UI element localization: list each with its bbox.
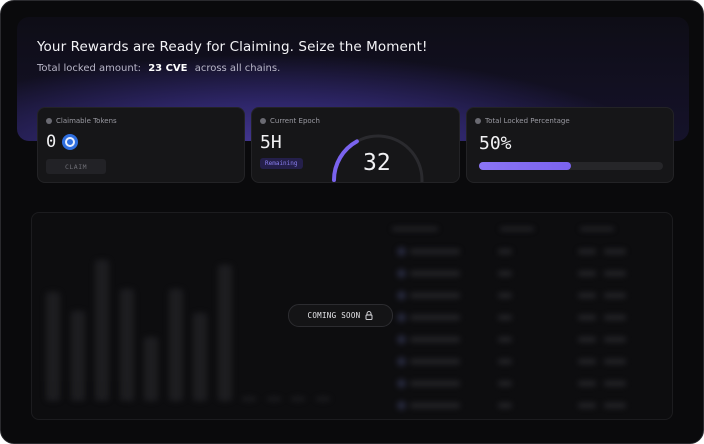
preview-bar — [266, 397, 281, 401]
info-icon — [475, 118, 481, 124]
preview-row-text — [498, 403, 512, 408]
preview-row-text — [604, 315, 626, 320]
hero-title: Your Rewards are Ready for Claiming. Sei… — [37, 39, 428, 55]
locked-percentage-card: Total Locked Percentage 50% — [466, 107, 674, 183]
preview-header — [500, 227, 534, 231]
preview-row-text — [498, 271, 512, 276]
preview-row-text — [578, 293, 596, 298]
preview-row-text — [410, 403, 460, 408]
preview-row-text — [410, 337, 460, 342]
preview-row-text — [410, 381, 460, 386]
preview-row-text — [578, 359, 596, 364]
claimable-tokens-value: 0 — [46, 132, 57, 152]
locked-percentage-title: Total Locked Percentage — [485, 117, 570, 125]
preview-bar — [217, 265, 232, 401]
info-icon — [46, 118, 52, 124]
current-epoch-card: Current Epoch 5H Remaining 32 — [251, 107, 460, 183]
preview-bar — [119, 289, 134, 401]
current-epoch-title: Current Epoch — [270, 117, 320, 125]
preview-row-icon — [397, 269, 406, 278]
current-epoch-label: Current Epoch — [260, 117, 320, 125]
coming-soon-label: COMING SOON — [307, 311, 361, 320]
preview-row-text — [410, 293, 460, 298]
preview-row-text — [604, 403, 626, 408]
claimable-tokens-card: Claimable Tokens 0 CLAIM — [37, 107, 245, 183]
preview-header — [392, 227, 438, 231]
preview-row-text — [578, 403, 596, 408]
preview-row-text — [578, 337, 596, 342]
preview-row-icon — [397, 335, 406, 344]
locked-amount-value: 23 CVE — [148, 63, 188, 74]
cve-token-icon — [62, 134, 78, 150]
preview-row-text — [410, 249, 460, 254]
preview-bar — [70, 311, 85, 401]
preview-bar — [242, 397, 256, 401]
preview-row-text — [578, 315, 596, 320]
preview-row-icon — [397, 357, 406, 366]
preview-row-text — [410, 271, 460, 276]
claimable-tokens-label: Claimable Tokens — [46, 117, 117, 125]
preview-row-text — [604, 381, 626, 386]
locked-amount-label: Total locked amount: — [37, 63, 141, 74]
preview-row-text — [410, 315, 460, 320]
preview-bar — [291, 397, 305, 401]
preview-bar — [95, 260, 109, 401]
preview-bar — [168, 289, 183, 401]
preview-header — [580, 227, 614, 231]
preview-row-text — [498, 249, 512, 254]
preview-row-text — [498, 337, 512, 342]
preview-row-text — [498, 315, 512, 320]
preview-row-text — [498, 293, 512, 298]
locked-progress-fill — [479, 162, 571, 170]
coming-soon-pill: COMING SOON — [288, 304, 393, 327]
preview-bar — [46, 292, 60, 401]
preview-row-icon — [397, 247, 406, 256]
info-icon — [260, 118, 266, 124]
locked-progress-track — [479, 162, 663, 170]
epoch-time-value: 5H — [260, 132, 282, 153]
preview-row-text — [604, 359, 626, 364]
lock-icon — [366, 311, 373, 320]
preview-row-icon — [397, 291, 406, 300]
claimable-tokens-title: Claimable Tokens — [56, 117, 117, 125]
locked-amount-suffix: across all chains. — [194, 63, 281, 74]
app-frame: Your Rewards are Ready for Claiming. Sei… — [0, 0, 704, 444]
hero-subtitle: Total locked amount: 23 CVE across all c… — [37, 63, 280, 74]
locked-percentage-value: 50% — [479, 133, 512, 154]
preview-row-text — [410, 359, 460, 364]
claim-button[interactable]: CLAIM — [46, 159, 106, 174]
preview-bar — [193, 313, 207, 401]
preview-row-text — [498, 381, 512, 386]
preview-row-text — [604, 249, 626, 254]
preview-row-text — [604, 293, 626, 298]
remaining-badge: Remaining — [260, 158, 303, 169]
preview-row-text — [604, 337, 626, 342]
preview-row-icon — [397, 401, 406, 410]
preview-row-icon — [397, 313, 406, 322]
preview-row-icon — [397, 379, 406, 388]
preview-bar — [144, 337, 158, 401]
preview-row-text — [578, 249, 596, 254]
preview-row-text — [578, 271, 596, 276]
preview-row-text — [498, 359, 512, 364]
preview-bar — [315, 397, 330, 401]
epoch-number: 32 — [363, 150, 391, 176]
preview-row-text — [604, 271, 626, 276]
locked-percentage-label: Total Locked Percentage — [475, 117, 570, 125]
preview-row-text — [578, 381, 596, 386]
